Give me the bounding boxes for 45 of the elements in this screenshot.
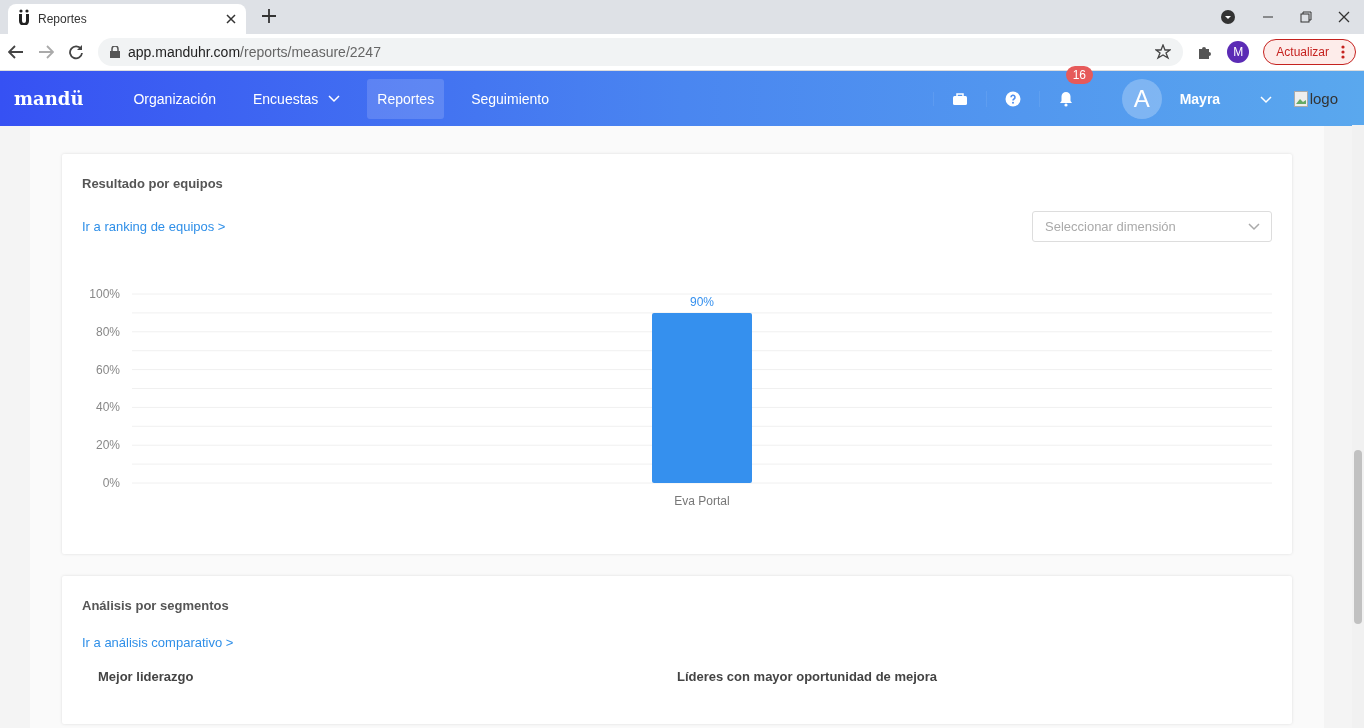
bar-value-label: 90% [690, 294, 714, 309]
brand-logo[interactable]: mandü [0, 88, 124, 109]
tab-search-icon[interactable] [1220, 9, 1236, 25]
star-icon[interactable] [1155, 44, 1172, 60]
lock-icon [110, 46, 120, 58]
scrollbar-thumb[interactable] [1354, 450, 1362, 624]
chevron-down-icon [1248, 223, 1260, 231]
kebab-menu-icon[interactable] [1341, 45, 1345, 59]
briefcase-icon[interactable] [951, 91, 968, 106]
axis-tick-label: 60% [95, 362, 120, 377]
close-icon[interactable] [226, 14, 236, 24]
bell-icon[interactable] [1058, 90, 1073, 107]
broken-image-logo: logo [1293, 90, 1338, 107]
column-heading: Líderes con mayor oportunidad de mejora [677, 669, 938, 684]
restore-icon[interactable] [1300, 11, 1312, 23]
profile-avatar[interactable]: M [1227, 41, 1250, 63]
nav-item[interactable]: Organización [123, 78, 226, 119]
axis-tick-label: 40% [95, 400, 120, 415]
ranking-link[interactable]: Ir a ranking de equipos > [82, 219, 226, 234]
comparative-analysis-link[interactable]: Ir a análisis comparativo > [82, 635, 234, 650]
axis-tick-label: 0% [102, 476, 120, 490]
close-icon[interactable] [1338, 11, 1350, 23]
axis-tick-label: 80% [95, 324, 120, 339]
nav-item[interactable]: Reportes [367, 78, 445, 119]
puzzle-piece-icon[interactable] [1197, 44, 1214, 60]
nav-item[interactable]: Seguimiento [461, 78, 559, 119]
nav-item[interactable]: Encuestas [242, 78, 351, 119]
user-name[interactable]: Mayra [1179, 90, 1221, 107]
update-button[interactable]: Actualizar [1263, 39, 1356, 65]
chevron-down-icon [1259, 95, 1272, 104]
browser-tab[interactable]: Reportes [8, 4, 246, 34]
new-tab-icon[interactable] [262, 9, 276, 23]
dimension-select[interactable]: Seleccionar dimensión [1032, 211, 1272, 242]
axis-tick-label: 20% [95, 438, 120, 453]
reload-icon[interactable] [68, 44, 84, 60]
column-heading: Mejor liderazgo [98, 669, 194, 684]
back-arrow-icon[interactable] [8, 45, 24, 59]
tab-title: Reportes [38, 12, 88, 26]
category-label: Eva Portal [674, 494, 730, 508]
url-text: app.manduhr.com/reports/measure/2247 [128, 44, 381, 60]
card-title: Análisis por segmentos [82, 598, 230, 613]
card-title: Resultado por equipos [82, 176, 224, 191]
help-icon[interactable] [1004, 90, 1021, 107]
axis-tick-label: 100% [89, 287, 120, 301]
address-bar[interactable]: app.manduhr.com/reports/measure/2247 [98, 38, 1184, 66]
